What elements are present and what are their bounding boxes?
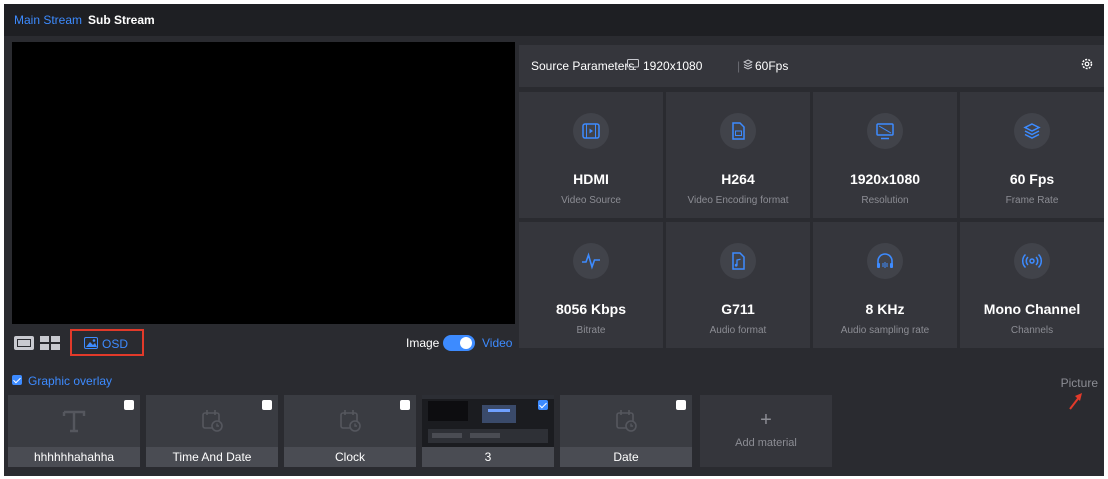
param-value: H264 [721, 171, 755, 187]
param-card-resolution: 1920x1080 Resolution [813, 92, 957, 218]
param-card-audio-format: G711 Audio format [666, 222, 810, 348]
param-value: 8056 Kbps [555, 301, 627, 317]
param-label: Video Source [561, 195, 621, 206]
source-parameters-header: Source Parameters 1920x1080 | 60Fps [519, 45, 1104, 87]
mode-switch[interactable] [443, 335, 475, 351]
audio-file-icon [720, 243, 756, 279]
calendar-clock-icon [340, 410, 361, 432]
osd-label: OSD [102, 337, 129, 351]
tile-checkbox-checked[interactable] [538, 400, 548, 410]
encoding-file-icon [720, 113, 756, 149]
source-parameters-panel: Source Parameters 1920x1080 | 60Fps HDMI… [519, 45, 1104, 348]
annotation-arrow-icon [1069, 393, 1082, 410]
source-parameters-title: Source Parameters [531, 59, 635, 73]
graphic-overlay-label: Graphic overlay [28, 374, 113, 388]
tile-name: 3 [422, 447, 554, 467]
image-label: Image [406, 336, 440, 350]
param-value: G711 [721, 301, 755, 317]
tile-name: hhhhhhahahha [8, 447, 140, 467]
osd-button[interactable]: OSD [70, 329, 144, 356]
stack-icon [743, 59, 753, 70]
param-card-bitrate: 8056 Kbps Bitrate [519, 222, 663, 348]
broadcast-icon [1014, 243, 1050, 279]
video-label: Video [482, 336, 513, 350]
add-material-button[interactable]: + Add material [700, 395, 832, 467]
tile-checkbox[interactable] [124, 400, 134, 410]
tile-checkbox[interactable] [676, 400, 686, 410]
param-label: Frame Rate [1005, 195, 1059, 206]
tile-name: Date [560, 447, 692, 467]
tab-main-stream[interactable]: Main Stream [14, 13, 82, 27]
add-material-label: Add material [735, 437, 797, 449]
param-value: Mono Channel [983, 301, 1081, 317]
app-window: Main Stream Sub Stream OSD Image Video S… [4, 4, 1104, 476]
screenshot-thumbnail [422, 395, 554, 447]
tile-checkbox[interactable] [400, 400, 410, 410]
calendar-clock-icon [202, 410, 223, 432]
param-label: Audio format [709, 325, 767, 336]
material-tile-date[interactable]: Date [560, 395, 692, 467]
switch-knob [460, 337, 472, 349]
screen-icon [627, 59, 639, 70]
text-icon [62, 410, 86, 433]
param-label: Resolution [861, 195, 909, 206]
headphones-icon [867, 243, 903, 279]
param-card-sampling-rate: 8 KHz Audio sampling rate [813, 222, 957, 348]
param-card-frame-rate: 60 Fps Frame Rate [960, 92, 1104, 218]
material-tile-clock[interactable]: Clock [284, 395, 416, 467]
material-tile-time-and-date[interactable]: Time And Date [146, 395, 278, 467]
single-layout-icon[interactable] [14, 336, 34, 350]
param-value: 1920x1080 [849, 171, 921, 187]
tile-checkbox[interactable] [262, 400, 272, 410]
plus-icon: + [760, 409, 772, 431]
monitor-icon [867, 113, 903, 149]
pulse-icon [573, 243, 609, 279]
gear-icon[interactable] [1080, 57, 1094, 71]
tile-name: Time And Date [146, 447, 278, 467]
tile-name: Clock [284, 447, 416, 467]
param-card-channels: Mono Channel Channels [960, 222, 1104, 348]
quad-layout-icon[interactable] [40, 336, 60, 350]
picture-label: Picture [1060, 376, 1098, 390]
header-separator: | [737, 59, 741, 73]
header-fps: 60Fps [755, 59, 789, 73]
osd-image-icon [84, 337, 98, 349]
param-card-video-source: HDMI Video Source [519, 92, 663, 218]
param-label: Bitrate [576, 325, 606, 336]
param-card-encoding: H264 Video Encoding format [666, 92, 810, 218]
header-resolution: 1920x1080 [643, 59, 703, 73]
layers-icon [1014, 113, 1050, 149]
stream-tab-bar: Main Stream Sub Stream [4, 4, 1104, 36]
video-source-icon [573, 113, 609, 149]
calendar-clock-icon [616, 410, 637, 432]
graphic-overlay-checkbox[interactable] [12, 375, 22, 385]
param-label: Channels [1010, 325, 1054, 336]
video-preview [12, 42, 515, 324]
material-tile-image[interactable]: 3 [422, 395, 554, 467]
param-label: Audio sampling rate [840, 325, 930, 336]
preview-controls: OSD Image Video [4, 328, 516, 358]
param-value: HDMI [573, 171, 609, 187]
material-tile-text[interactable]: hhhhhhahahha [8, 395, 140, 467]
param-value: 8 KHz [865, 301, 905, 317]
tab-sub-stream[interactable]: Sub Stream [88, 13, 155, 27]
param-value: 60 Fps [1009, 171, 1055, 187]
param-label: Video Encoding format [687, 195, 789, 206]
